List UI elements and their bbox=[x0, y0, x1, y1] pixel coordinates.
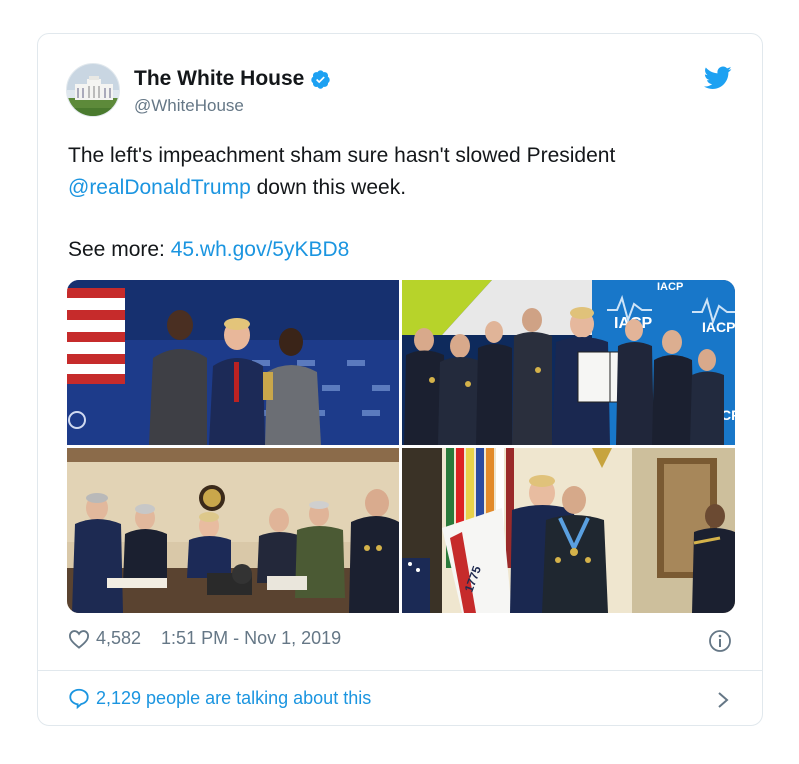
heart-icon[interactable] bbox=[68, 629, 90, 649]
divider bbox=[38, 670, 762, 671]
tweet-meta-row: 4,582 1:51 PM - Nov 1, 2019 bbox=[68, 628, 341, 649]
iacp-banner-text: IACP bbox=[657, 281, 683, 293]
photo-situation-room[interactable] bbox=[67, 448, 399, 613]
chevron-right-icon[interactable] bbox=[716, 690, 730, 710]
verified-badge-icon bbox=[311, 69, 331, 89]
tweet-text-part: down this week. bbox=[250, 176, 407, 199]
avatar[interactable] bbox=[66, 63, 120, 117]
photo-iacp-bill-signing[interactable]: IACP IACP IACP IACP bbox=[402, 280, 735, 445]
info-icon[interactable] bbox=[708, 629, 732, 653]
author-name-row[interactable]: The White House bbox=[134, 67, 331, 91]
see-more-link[interactable]: 45.wh.gov/5yKBD8 bbox=[171, 238, 350, 261]
photo-award-ceremony[interactable] bbox=[67, 280, 399, 445]
photo-iacp-bill-signing-image: IACP IACP IACP IACP bbox=[402, 280, 735, 445]
speech-bubble-icon bbox=[69, 688, 89, 709]
see-more-label: See more: bbox=[68, 238, 171, 261]
mention-link[interactable]: @realDonaldTrump bbox=[68, 176, 251, 199]
photo-medal-of-honor-image: 1775 bbox=[402, 448, 735, 613]
user-handle[interactable]: @WhiteHouse bbox=[134, 96, 244, 116]
white-house-avatar-image bbox=[67, 64, 119, 116]
tweet-card[interactable]: The White House @WhiteHouse The left's i… bbox=[37, 33, 763, 726]
talking-count: 2,129 people are talking about this bbox=[96, 687, 372, 708]
conversation-link[interactable]: 2,129 people are talking about this bbox=[68, 687, 371, 709]
like-count[interactable]: 4,582 bbox=[96, 628, 141, 649]
photo-situation-room-image bbox=[67, 448, 399, 613]
tweet-text: The left's impeachment sham sure hasn't … bbox=[68, 140, 728, 204]
tweet-text-part: The left's impeachment sham sure hasn't … bbox=[68, 144, 616, 167]
display-name[interactable]: The White House bbox=[134, 67, 304, 91]
media-grid: IACP IACP IACP IACP bbox=[67, 280, 735, 613]
photo-award-ceremony-image bbox=[67, 280, 399, 445]
iacp-banner-text: IACP bbox=[702, 319, 735, 335]
twitter-bird-icon[interactable] bbox=[704, 66, 732, 90]
see-more-line: See more: 45.wh.gov/5yKBD8 bbox=[68, 234, 349, 266]
photo-medal-of-honor[interactable]: 1775 bbox=[402, 448, 735, 613]
timestamp[interactable]: 1:51 PM - Nov 1, 2019 bbox=[161, 628, 341, 649]
